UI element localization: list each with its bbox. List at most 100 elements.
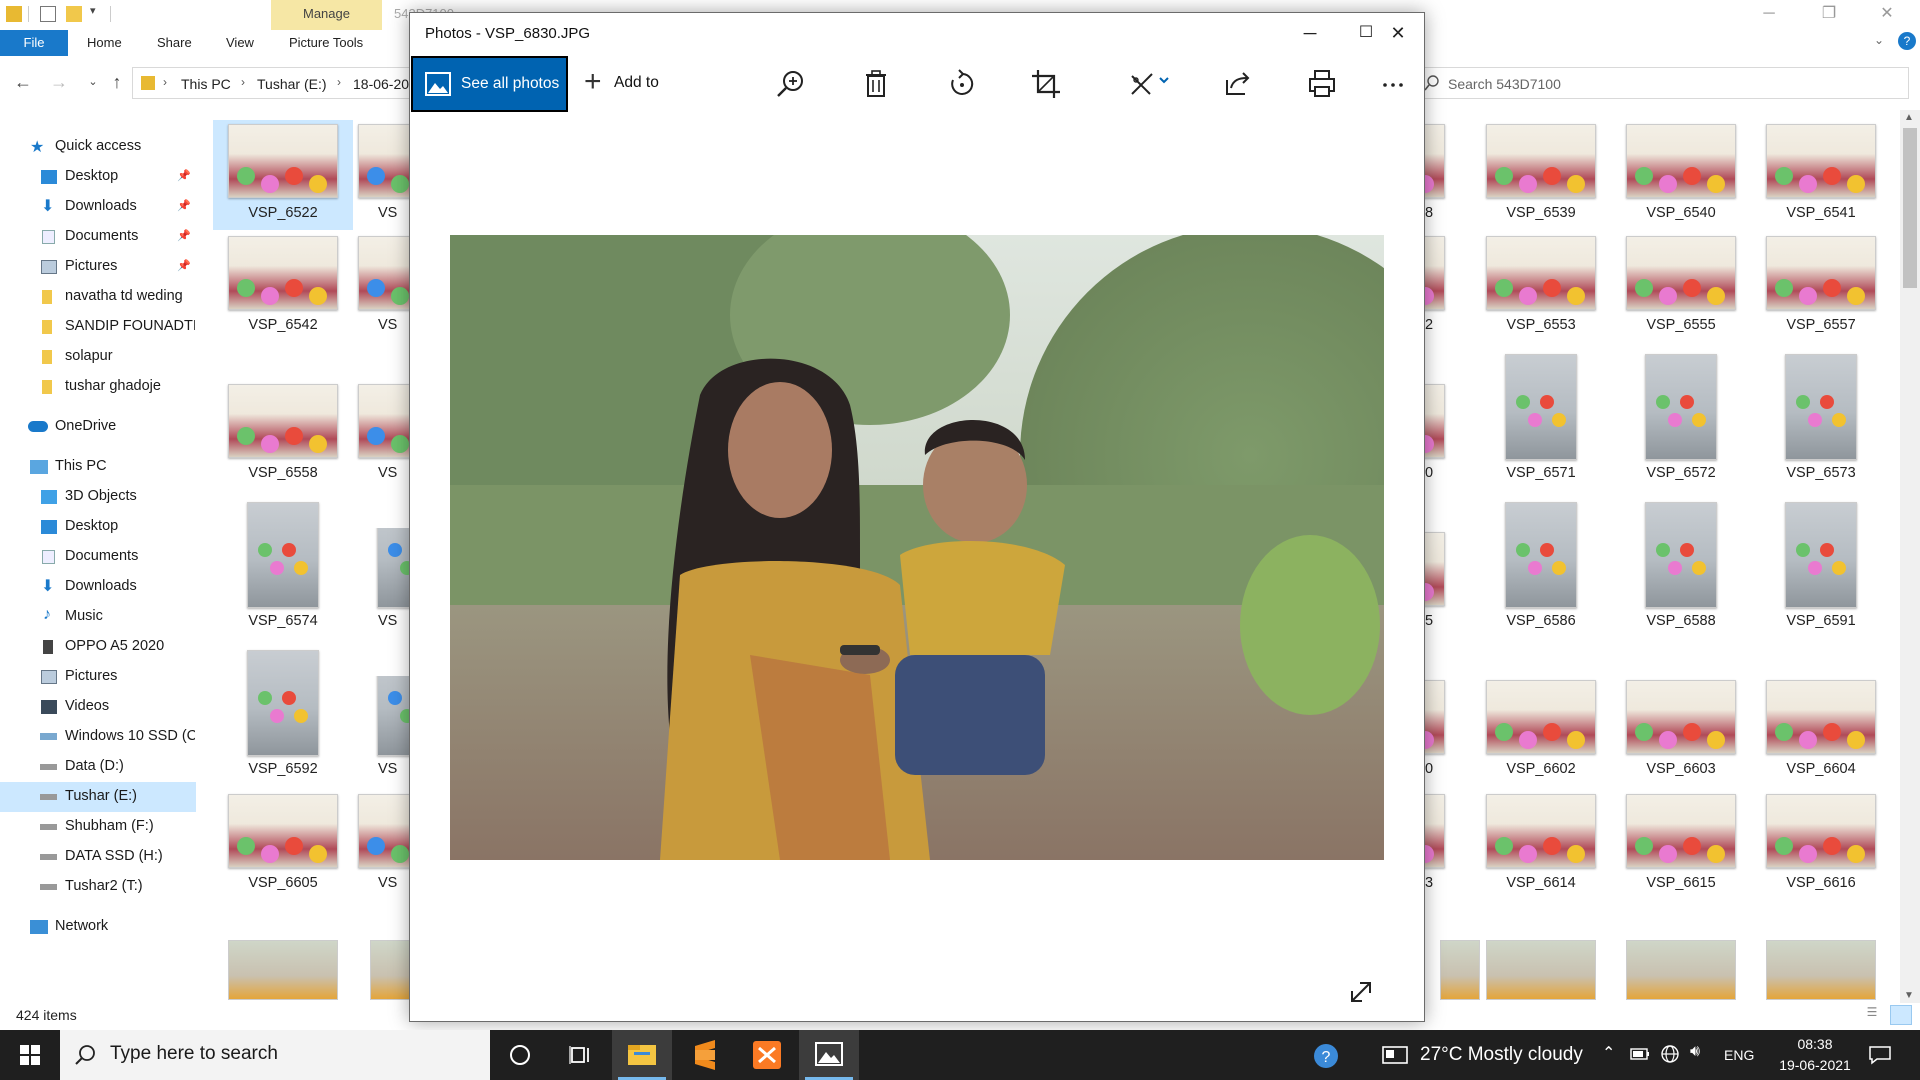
nav-item-drive-selected[interactable]: Tushar (E:): [0, 782, 196, 812]
details-view-icon[interactable]: ☰: [1862, 1005, 1882, 1025]
add-to-button[interactable]: + Add to: [576, 59, 686, 107]
up-button[interactable]: ↑: [106, 72, 128, 94]
task-view-button[interactable]: [550, 1030, 610, 1080]
image-thumbnail[interactable]: VSP_6522: [213, 120, 353, 230]
close-button[interactable]: ✕: [1370, 13, 1426, 55]
clock-date[interactable]: 19-06-2021: [1768, 1057, 1862, 1073]
image-thumbnail[interactable]: VSP_6542: [213, 232, 353, 342]
image-thumbnail[interactable]: [1626, 940, 1736, 1000]
language-indicator[interactable]: ENG: [1724, 1047, 1754, 1063]
manage-tab[interactable]: Manage: [271, 0, 382, 30]
image-thumbnail[interactable]: VSP_6616: [1751, 790, 1891, 900]
help-icon[interactable]: ?: [1898, 32, 1916, 50]
nav-item-downloads[interactable]: ⬇ Downloads 📌: [0, 192, 196, 222]
image-thumbnail[interactable]: VS: [355, 676, 409, 786]
nav-this-pc[interactable]: This PC: [0, 452, 196, 482]
image-thumbnail[interactable]: VSP_6615: [1611, 790, 1751, 900]
image-thumbnail[interactable]: VSP_6573: [1751, 354, 1891, 490]
taskbar-sublime-text[interactable]: [675, 1030, 735, 1080]
back-button[interactable]: ←: [12, 72, 34, 94]
image-thumbnail[interactable]: VS: [355, 232, 409, 342]
image-thumbnail[interactable]: VSP_6604: [1751, 676, 1891, 786]
image-thumbnail[interactable]: 8: [1425, 120, 1460, 230]
see-all-photos-button[interactable]: See all photos: [411, 56, 568, 112]
breadcrumb-this-pc[interactable]: This PC: [181, 76, 231, 92]
customize-toolbar-icon[interactable]: ▾: [90, 4, 96, 17]
recent-locations-button[interactable]: ⌄: [82, 72, 104, 94]
image-thumbnail[interactable]: VSP_6571: [1471, 354, 1611, 490]
share-button[interactable]: [1219, 66, 1255, 102]
news-and-interests-icon[interactable]: [1382, 1045, 1408, 1065]
image-thumbnail[interactable]: [228, 940, 338, 1000]
notifications-icon[interactable]: [1868, 1045, 1892, 1065]
nav-item-pictures[interactable]: Pictures: [0, 662, 196, 692]
help-icon[interactable]: ?: [1312, 1042, 1342, 1070]
taskbar-file-explorer[interactable]: [612, 1030, 672, 1080]
nav-item-drive[interactable]: Windows 10 SSD (C: [0, 722, 196, 752]
scroll-up-icon[interactable]: ▲: [1904, 112, 1914, 123]
forward-button[interactable]: →: [48, 72, 70, 94]
large-icons-view-icon[interactable]: [1890, 1005, 1912, 1025]
image-thumbnail[interactable]: VSP_6591: [1751, 502, 1891, 638]
volume-icon[interactable]: 🔊︎: [1690, 1043, 1700, 1061]
image-thumbnail[interactable]: [1440, 940, 1480, 1000]
image-thumbnail[interactable]: VSP_6586: [1471, 502, 1611, 638]
breadcrumb-drive[interactable]: Tushar (E:): [257, 76, 327, 92]
battery-icon[interactable]: [1630, 1047, 1650, 1061]
image-thumbnail[interactable]: VS: [355, 120, 409, 230]
image-thumbnail[interactable]: VS: [355, 528, 409, 638]
nav-item-folder[interactable]: navatha td weding: [0, 282, 196, 312]
image-thumbnail[interactable]: VSP_6588: [1611, 502, 1751, 638]
nav-network[interactable]: Network: [0, 912, 196, 942]
tab-file[interactable]: File: [0, 30, 68, 56]
network-globe-icon[interactable]: [1660, 1044, 1680, 1064]
search-input[interactable]: Search 543D7100: [1413, 67, 1909, 99]
rotate-button[interactable]: [943, 66, 979, 102]
image-thumbnail[interactable]: VSP_6574: [213, 502, 353, 638]
taskbar-photos[interactable]: [799, 1030, 859, 1080]
minimize-button[interactable]: ─: [1282, 13, 1338, 55]
image-thumbnail[interactable]: VSP_6553: [1471, 232, 1611, 342]
image-thumbnail[interactable]: VSP_6558: [213, 380, 353, 490]
nav-item-3d-objects[interactable]: 3D Objects: [0, 482, 196, 512]
scroll-thumb[interactable]: [1903, 128, 1917, 288]
image-thumbnail[interactable]: VSP_6540: [1611, 120, 1751, 230]
scroll-down-icon[interactable]: ▼: [1904, 990, 1914, 1001]
image-thumbnail[interactable]: VSP_6541: [1751, 120, 1891, 230]
tab-share[interactable]: Share: [157, 30, 192, 56]
image-thumbnail[interactable]: [1766, 940, 1876, 1000]
nav-item-videos[interactable]: Videos: [0, 692, 196, 722]
more-button[interactable]: [1375, 66, 1411, 102]
new-folder-icon[interactable]: [66, 6, 82, 22]
nav-item-folder[interactable]: solapur: [0, 342, 196, 372]
nav-item-drive[interactable]: Tushar2 (T:): [0, 872, 196, 902]
print-button[interactable]: [1304, 66, 1340, 102]
zoom-button[interactable]: [773, 66, 809, 102]
image-thumbnail[interactable]: VSP_6539: [1471, 120, 1611, 230]
image-thumbnail[interactable]: VSP_6557: [1751, 232, 1891, 342]
image-thumbnail[interactable]: [370, 940, 410, 1000]
nav-item-pictures[interactable]: Pictures 📌: [0, 252, 196, 282]
image-thumbnail[interactable]: 2: [1425, 232, 1460, 342]
tab-picture-tools[interactable]: Picture Tools: [289, 30, 363, 56]
nav-item-downloads[interactable]: ⬇ Downloads: [0, 572, 196, 602]
taskbar-xampp[interactable]: [737, 1030, 797, 1080]
image-thumbnail[interactable]: VS: [355, 790, 409, 900]
nav-item-documents[interactable]: Documents 📌: [0, 222, 196, 252]
crop-button[interactable]: [1028, 66, 1064, 102]
expand-ribbon-icon[interactable]: ⌄: [1874, 33, 1884, 47]
image-thumbnail[interactable]: [1486, 940, 1596, 1000]
nav-item-desktop[interactable]: Desktop: [0, 512, 196, 542]
image-thumbnail[interactable]: 0: [1425, 676, 1460, 786]
breadcrumb-folder[interactable]: 18-06-20: [353, 76, 409, 92]
image-thumbnail[interactable]: VSP_6572: [1611, 354, 1751, 490]
image-thumbnail[interactable]: VSP_6614: [1471, 790, 1611, 900]
clock-time[interactable]: 08:38: [1782, 1036, 1848, 1052]
nav-quick-access[interactable]: ★ Quick access: [0, 132, 196, 162]
show-hidden-icons[interactable]: ⌃: [1602, 1043, 1615, 1063]
close-button[interactable]: ✕: [1864, 0, 1910, 30]
nav-item-music[interactable]: ♪ Music: [0, 602, 196, 632]
vertical-scrollbar[interactable]: ▲ ▼: [1900, 110, 1920, 1003]
nav-item-drive[interactable]: DATA SSD (H:): [0, 842, 196, 872]
minimize-button[interactable]: ─: [1746, 0, 1792, 30]
